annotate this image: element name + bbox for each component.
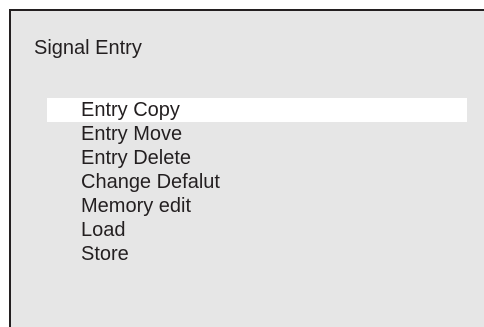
- signal-entry-menu: Entry Copy Entry Move Entry Delete Chang…: [47, 98, 467, 266]
- signal-entry-panel: Signal Entry Entry Copy Entry Move Entry…: [9, 9, 484, 327]
- menu-item-entry-copy[interactable]: Entry Copy: [47, 98, 467, 122]
- panel-title: Signal Entry: [34, 37, 142, 59]
- menu-item-memory-edit[interactable]: Memory edit: [47, 194, 467, 218]
- menu-item-entry-move[interactable]: Entry Move: [47, 122, 467, 146]
- menu-item-store[interactable]: Store: [47, 242, 467, 266]
- menu-item-change-default[interactable]: Change Defalut: [47, 170, 467, 194]
- menu-item-entry-delete[interactable]: Entry Delete: [47, 146, 467, 170]
- menu-item-load[interactable]: Load: [47, 218, 467, 242]
